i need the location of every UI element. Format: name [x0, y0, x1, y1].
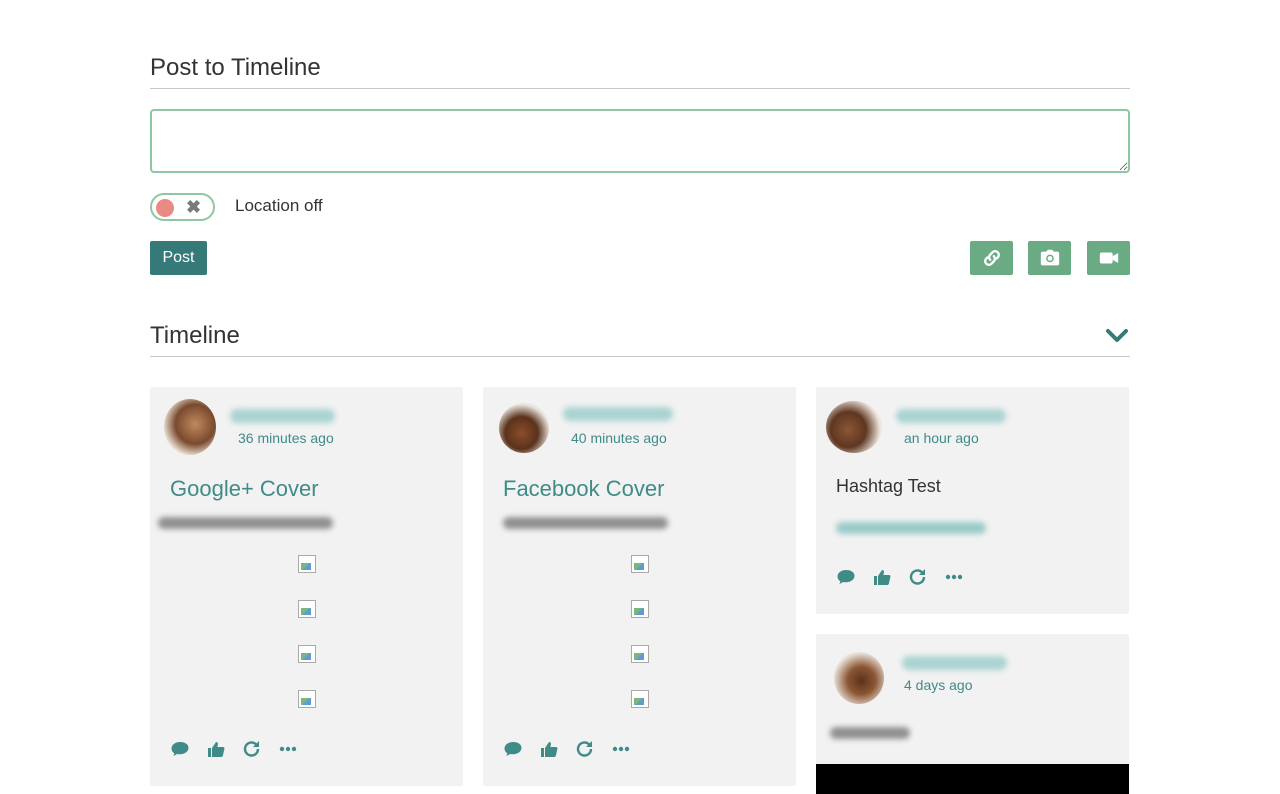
post-title[interactable]: Facebook Cover	[503, 476, 664, 502]
post-time[interactable]: 36 minutes ago	[238, 430, 334, 446]
toggle-knob	[156, 199, 174, 217]
avatar[interactable]	[499, 403, 549, 453]
timeline-card: 4 days ago	[816, 634, 1129, 794]
post-actions	[836, 568, 964, 586]
image-placeholder	[631, 645, 649, 663]
post-time[interactable]: 40 minutes ago	[571, 430, 667, 446]
post-text	[158, 517, 333, 529]
location-label: Location off	[235, 196, 323, 215]
author-name[interactable]	[230, 409, 335, 423]
post-actions	[503, 740, 631, 758]
image-placeholder	[298, 645, 316, 663]
post-button[interactable]: Post	[150, 241, 207, 275]
post-text	[503, 517, 668, 529]
post-title[interactable]: Google+ Cover	[170, 476, 319, 502]
more-icon[interactable]	[278, 740, 298, 758]
comment-icon[interactable]	[836, 568, 856, 586]
comment-icon[interactable]	[503, 740, 523, 758]
more-icon[interactable]	[611, 740, 631, 758]
video-preview[interactable]	[816, 764, 1129, 794]
close-icon: ✖	[186, 197, 202, 217]
add-photo-button[interactable]	[1028, 241, 1071, 275]
timeline-card: 40 minutes ago Facebook Cover	[483, 387, 796, 786]
avatar[interactable]	[826, 401, 882, 453]
avatar[interactable]	[834, 652, 884, 704]
post-actions	[170, 740, 298, 758]
author-name[interactable]	[902, 656, 1007, 670]
image-placeholder	[631, 555, 649, 573]
like-icon[interactable]	[539, 740, 559, 758]
author-name[interactable]	[563, 407, 673, 421]
timeline-card: an hour ago Hashtag Test	[816, 387, 1129, 614]
image-placeholder	[298, 600, 316, 618]
refresh-icon[interactable]	[575, 740, 595, 758]
compose-section-title: Post to Timeline	[150, 54, 1130, 89]
avatar[interactable]	[164, 399, 216, 455]
add-link-button[interactable]	[970, 241, 1013, 275]
image-placeholder	[298, 690, 316, 708]
timeline-card: 36 minutes ago Google+ Cover	[150, 387, 463, 786]
post-text	[830, 727, 910, 739]
camera-icon	[1040, 249, 1059, 266]
like-icon[interactable]	[206, 740, 226, 758]
refresh-icon[interactable]	[242, 740, 262, 758]
image-placeholder	[631, 600, 649, 618]
hashtag-link[interactable]	[836, 522, 986, 534]
image-placeholder	[298, 555, 316, 573]
timeline-section-title: Timeline	[150, 322, 1130, 357]
post-time[interactable]: 4 days ago	[904, 677, 973, 693]
chevron-down-icon[interactable]	[1105, 326, 1129, 346]
image-placeholder	[631, 690, 649, 708]
post-text: Hashtag Test	[836, 476, 941, 496]
post-time[interactable]: an hour ago	[904, 430, 979, 446]
video-icon	[1099, 252, 1118, 264]
author-name[interactable]	[896, 409, 1006, 423]
link-icon	[983, 250, 1000, 266]
more-icon[interactable]	[944, 568, 964, 586]
add-video-button[interactable]	[1087, 241, 1130, 275]
comment-icon[interactable]	[170, 740, 190, 758]
refresh-icon[interactable]	[908, 568, 928, 586]
like-icon[interactable]	[872, 568, 892, 586]
location-toggle[interactable]: ✖	[150, 193, 215, 221]
post-textarea[interactable]	[150, 109, 1130, 173]
